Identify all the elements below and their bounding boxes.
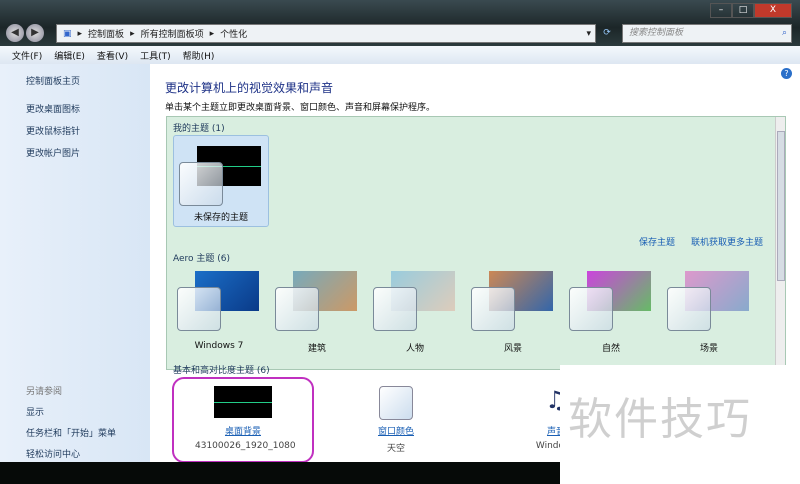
color-swatch <box>379 386 413 420</box>
control-panel-icon: ▣ <box>63 28 72 39</box>
search-icon: ⌕ <box>781 28 787 38</box>
sidebar-item-mouse-pointer[interactable]: 更改鼠标指针 <box>26 124 150 137</box>
page-subtitle: 单击某个主题立即更改桌面背景、窗口颜色、声音和屏幕保护程序。 <box>165 103 436 113</box>
menu-bar: 文件(F) 编辑(E) 查看(V) 工具(T) 帮助(H) <box>0 46 800 64</box>
see-also-display[interactable]: 显示 <box>26 405 116 418</box>
see-also-heading: 另请参阅 <box>26 387 63 397</box>
forward-button[interactable]: ▶ <box>26 24 44 42</box>
theme-characters[interactable]: 人物 <box>367 271 463 354</box>
menu-view[interactable]: 查看(V) <box>97 49 128 62</box>
breadcrumb-2[interactable]: 个性化 <box>220 27 247 40</box>
search-input[interactable]: 搜索控制面板 ⌕ <box>622 24 792 43</box>
scrollbar[interactable] <box>775 117 785 369</box>
close-button[interactable]: X <box>754 3 792 18</box>
highlight-circle <box>172 377 314 463</box>
theme-list: 我的主题 (1) 未保存的主题 保存主题 联机获取更多主题 Aero 主题 (6… <box>166 116 786 376</box>
menu-edit[interactable]: 编辑(E) <box>54 49 85 62</box>
see-also-taskbar[interactable]: 任务栏和「开始」菜单 <box>26 426 116 439</box>
help-icon[interactable]: ? <box>781 68 792 79</box>
menu-file[interactable]: 文件(F) <box>12 49 42 62</box>
theme-windows7[interactable]: Windows 7 <box>171 271 267 351</box>
theme-architecture[interactable]: 建筑 <box>269 271 365 354</box>
sidebar-item-desktop-icons[interactable]: 更改桌面图标 <box>26 102 150 115</box>
aero-themes-heading: Aero 主题 (6) <box>173 254 231 264</box>
dropdown-icon[interactable]: ▾ <box>586 29 591 39</box>
maximize-button[interactable]: □ <box>732 3 754 18</box>
see-also-ease-of-access[interactable]: 轻松访问中心 <box>26 447 116 460</box>
theme-unsaved[interactable]: 未保存的主题 <box>173 135 269 227</box>
sidebar: 控制面板主页 更改桌面图标 更改鼠标指针 更改帐户图片 另请参阅 显示 任务栏和… <box>0 64 150 462</box>
save-theme-link[interactable]: 保存主题 <box>639 235 675 248</box>
theme-landscapes[interactable]: 风景 <box>465 271 561 354</box>
theme-label: 未保存的主题 <box>193 213 248 223</box>
breadcrumb-0[interactable]: 控制面板 <box>88 27 124 40</box>
basic-themes-heading: 基本和高对比度主题 (6) <box>173 366 270 376</box>
my-themes-heading: 我的主题 (1) <box>173 124 225 134</box>
address-bar[interactable]: ▣ ▸ 控制面板 ▸ 所有控制面板项 ▸ 个性化 ▾ <box>56 24 596 43</box>
get-more-themes-link[interactable]: 联机获取更多主题 <box>691 235 763 248</box>
breadcrumb-1[interactable]: 所有控制面板项 <box>141 27 204 40</box>
sidebar-home[interactable]: 控制面板主页 <box>26 74 150 87</box>
minimize-button[interactable]: – <box>710 3 732 18</box>
theme-scenes[interactable]: 场景 <box>661 271 757 354</box>
menu-help[interactable]: 帮助(H) <box>183 49 215 62</box>
menu-tools[interactable]: 工具(T) <box>140 49 171 62</box>
window-color-button[interactable]: 窗口颜色 天空 <box>348 386 444 454</box>
refresh-icon[interactable]: ⟳ <box>598 24 616 43</box>
page-title: 更改计算机上的视觉效果和声音 <box>165 81 334 95</box>
watermark: 软件技巧 <box>560 365 800 484</box>
back-button[interactable]: ◀ <box>6 24 24 42</box>
sidebar-item-account-picture[interactable]: 更改帐户图片 <box>26 146 150 159</box>
theme-nature[interactable]: 自然 <box>563 271 659 354</box>
